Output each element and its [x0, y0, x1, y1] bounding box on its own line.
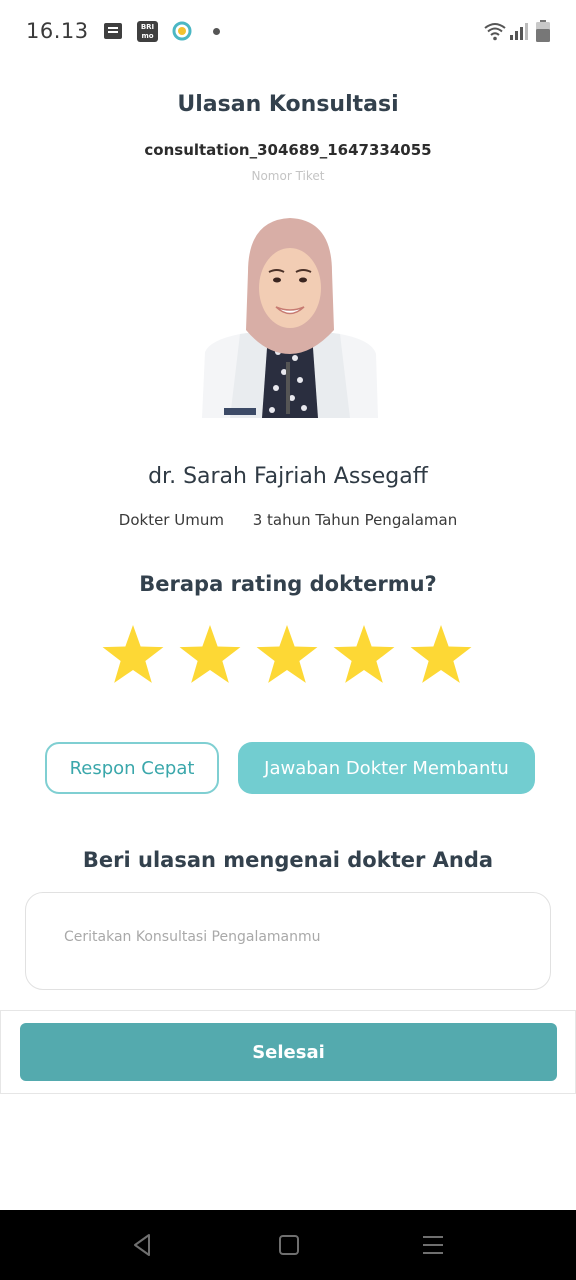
doctor-meta: Dokter Umum 3 tahun Tahun Pengalaman [0, 511, 576, 529]
message-icon [104, 23, 122, 39]
notification-dot [213, 28, 220, 35]
rating-question: Berapa rating doktermu? [139, 572, 437, 596]
ticket-label: Nomor Tiket [251, 169, 325, 183]
submit-button[interactable]: Selesai [20, 1023, 557, 1081]
signal-icon [510, 23, 528, 40]
back-icon[interactable] [130, 1232, 156, 1258]
wifi-icon [484, 23, 506, 41]
doctor-specialty: Dokter Umum [118, 511, 224, 529]
bottom-panel: Selesai [0, 1010, 576, 1094]
brimo-app-icon: BRI mo [137, 21, 158, 42]
star-icon[interactable] [408, 622, 474, 688]
doctor-name: dr. Sarah Fajriah Assegaff [148, 464, 428, 489]
home-icon[interactable] [276, 1232, 302, 1258]
review-box [25, 892, 551, 990]
doctor-experience: 3 tahun Tahun Pengalaman [252, 511, 458, 529]
menu-icon[interactable] [420, 1232, 446, 1258]
page-title: Ulasan Konsultasi [177, 92, 399, 117]
star-rating [100, 622, 480, 692]
ticket-id: consultation_304689_1647334055 [144, 141, 432, 159]
star-icon[interactable] [331, 622, 397, 688]
star-icon[interactable] [177, 622, 243, 688]
health-app-icon [172, 21, 192, 41]
doctor-photo [202, 218, 378, 418]
status-time: 16.13 [26, 19, 89, 43]
star-icon[interactable] [254, 622, 320, 688]
tag-jawaban-dokter-membantu[interactable]: Jawaban Dokter Membantu [238, 742, 535, 794]
review-input[interactable] [64, 929, 504, 945]
navigation-bar [0, 1210, 576, 1280]
star-icon[interactable] [100, 622, 166, 688]
tag-respon-cepat[interactable]: Respon Cepat [45, 742, 219, 794]
status-bar: 16.13 BRI mo [0, 0, 576, 64]
battery-icon [536, 20, 550, 42]
review-question: Beri ulasan mengenai dokter Anda [82, 848, 494, 872]
